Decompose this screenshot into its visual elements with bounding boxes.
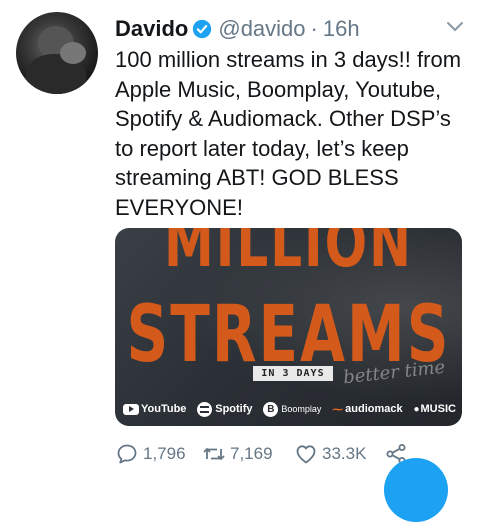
tweet-media-image[interactable]: MILLION STREAMS IN 3 DAYS better time Yo… (115, 228, 462, 426)
brand-youtube-label: YouTube (141, 403, 187, 415)
tweet-timestamp[interactable]: 16h (323, 16, 360, 42)
heart-icon (296, 445, 316, 464)
brand-audiomack-label: audiomack (345, 403, 403, 415)
author-handle[interactable]: @davido (218, 16, 305, 42)
apple-icon: ● (413, 403, 420, 415)
reply-icon (117, 444, 137, 464)
audiomack-icon: ⁓ (332, 403, 344, 416)
tweet-header: Davido @davido · 16h (115, 13, 360, 45)
chevron-down-icon[interactable] (446, 20, 464, 34)
boomplay-icon: B (263, 401, 279, 417)
avatar-figure (60, 42, 86, 64)
verified-badge-icon (193, 19, 212, 39)
retweet-button[interactable]: 7,169 (202, 442, 294, 466)
media-tag: IN 3 DAYS (253, 366, 333, 381)
retweet-count: 7,169 (230, 444, 273, 463)
author-name[interactable]: Davido (115, 16, 188, 42)
brand-youtube: YouTube (123, 403, 186, 415)
brand-apple-music-label: MUSIC (420, 403, 456, 415)
media-headline-million: MILLION (163, 228, 414, 283)
brand-boomplay: B Boomplay (263, 401, 322, 417)
author-avatar[interactable] (16, 12, 98, 94)
brand-audiomack: ⁓ audiomack (332, 403, 402, 416)
tweet-actions: 1,796 7,169 33.3K (115, 441, 412, 467)
reply-count: 1,796 (143, 444, 186, 463)
spotify-icon (197, 401, 213, 417)
brand-boomplay-label: Boomplay (281, 404, 322, 414)
reply-button[interactable]: 1,796 (115, 442, 202, 466)
media-brand-row: YouTube Spotify B Boomplay ⁓ audiomack ●… (115, 398, 462, 420)
brand-spotify-label: Spotify (215, 403, 253, 415)
like-count: 33.3K (322, 444, 367, 463)
brand-apple-music: ● MUSIC (413, 403, 456, 415)
compose-tweet-button[interactable] (384, 458, 448, 522)
separator-dot: · (310, 16, 318, 41)
tweet-text: 100 million streams in 3 days!! from App… (115, 47, 462, 220)
brand-spotify: Spotify (197, 401, 253, 417)
youtube-icon (123, 403, 139, 415)
retweet-icon (203, 448, 225, 460)
like-button[interactable]: 33.3K (294, 442, 384, 466)
